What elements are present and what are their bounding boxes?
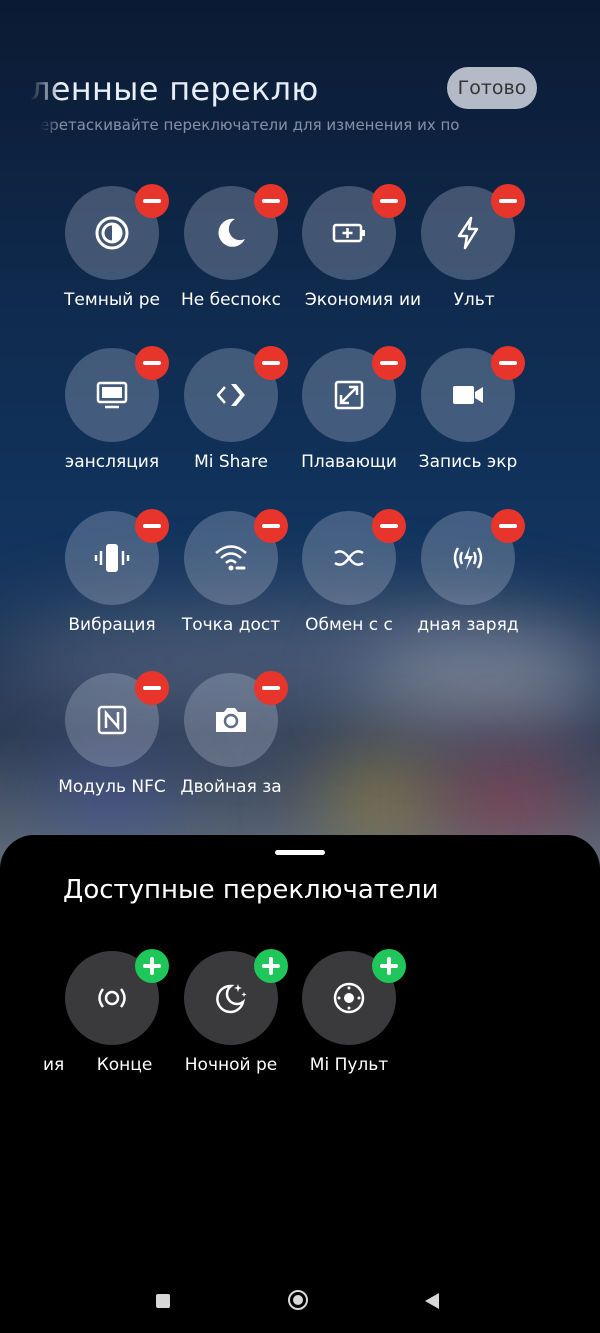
done-button[interactable]: Готово bbox=[447, 67, 537, 109]
toggle-vibration[interactable]: Вибрация bbox=[53, 509, 171, 661]
toggle-label: Плавающи bbox=[301, 452, 397, 472]
toggle-label: эансляция bbox=[64, 452, 160, 472]
available-toggle-night-mode[interactable]: Ночной ре bbox=[172, 949, 290, 1101]
toggle-label: дная заряд bbox=[417, 615, 519, 635]
mi-remote-icon bbox=[333, 982, 365, 1014]
back-button[interactable] bbox=[425, 1293, 439, 1309]
toggle-cast[interactable]: эансляция bbox=[53, 346, 171, 498]
camera-rotate-icon bbox=[216, 708, 246, 732]
broadcast-icon bbox=[98, 988, 126, 1008]
toggle-label: Mi Пульт bbox=[309, 1055, 389, 1075]
toggle-wireless-charging[interactable]: дная заряд bbox=[409, 509, 527, 661]
toggle-label: ия Конце bbox=[43, 1055, 153, 1075]
page-subtitle: еретаскивайте переключатели для изменени… bbox=[40, 116, 460, 134]
remove-badge[interactable] bbox=[372, 346, 406, 380]
remove-badge[interactable] bbox=[372, 509, 406, 543]
remove-badge[interactable] bbox=[254, 184, 288, 218]
vibration-icon bbox=[94, 544, 130, 572]
remove-badge[interactable] bbox=[135, 509, 169, 543]
wireless-charging-icon bbox=[453, 546, 483, 570]
nfc-icon bbox=[97, 705, 127, 735]
toggle-label: Экономия bbox=[304, 290, 394, 310]
moon-icon bbox=[218, 218, 245, 247]
recents-button[interactable] bbox=[156, 1294, 170, 1308]
add-badge[interactable] bbox=[135, 949, 169, 983]
system-navigation-bar bbox=[0, 1270, 600, 1333]
remove-badge[interactable] bbox=[254, 509, 288, 543]
toggle-label: Запись экр bbox=[418, 452, 518, 472]
toggle-label: Ночной ре bbox=[184, 1055, 278, 1075]
lightning-icon bbox=[457, 216, 479, 250]
toggle-mi-share[interactable]: Mi Share bbox=[172, 346, 290, 498]
add-badge[interactable] bbox=[254, 949, 288, 983]
toggle-label: Вибрация bbox=[68, 615, 156, 635]
floating-window-icon bbox=[334, 380, 364, 410]
toggle-dual-camera[interactable]: Двойная за bbox=[172, 671, 290, 823]
monitor-icon bbox=[96, 381, 128, 409]
exchange-icon bbox=[334, 550, 364, 566]
remove-badge[interactable] bbox=[491, 509, 525, 543]
remove-badge[interactable] bbox=[254, 346, 288, 380]
remove-badge[interactable] bbox=[491, 346, 525, 380]
add-badge[interactable] bbox=[372, 949, 406, 983]
toggle-dark-mode[interactable]: Темный ре bbox=[53, 184, 171, 336]
sheet-drag-handle[interactable] bbox=[275, 850, 325, 855]
night-mode-icon bbox=[216, 984, 247, 1014]
remove-badge[interactable] bbox=[135, 346, 169, 380]
toggle-screen-record[interactable]: Запись экр bbox=[409, 346, 527, 498]
toggle-label: Двойная за bbox=[180, 777, 282, 797]
toggle-exchange[interactable]: Обмен с с bbox=[290, 509, 408, 661]
toggle-nfc[interactable]: Модуль NFC bbox=[53, 671, 171, 823]
toggle-label: ии Ульт bbox=[399, 290, 495, 310]
battery-saver-icon bbox=[332, 223, 365, 243]
toggle-battery-saver[interactable]: Экономия bbox=[290, 184, 408, 336]
remove-badge[interactable] bbox=[135, 671, 169, 705]
toggle-do-not-disturb[interactable]: Не беспокс bbox=[172, 184, 290, 336]
toggle-label: Mi Share bbox=[194, 452, 268, 472]
toggle-label: Темный ре bbox=[64, 290, 160, 310]
toggle-label: Обмен с с bbox=[305, 615, 393, 635]
toggle-label: Точка дост bbox=[181, 615, 281, 635]
toggle-floating-window[interactable]: Плавающи bbox=[290, 346, 408, 498]
home-button[interactable] bbox=[288, 1290, 308, 1310]
toggle-label: Не беспокс bbox=[180, 290, 282, 310]
page-title: ленные переклю bbox=[30, 70, 319, 108]
toggle-label: Модуль NFC bbox=[58, 777, 166, 797]
video-camera-icon bbox=[453, 386, 483, 404]
available-toggles-sheet: Доступные переключатели ия Конце Ночной … bbox=[0, 835, 600, 1333]
dark-mode-icon bbox=[95, 216, 129, 250]
toggle-ultra[interactable]: ии Ульт bbox=[399, 184, 527, 336]
remove-badge[interactable] bbox=[135, 184, 169, 218]
hotspot-icon bbox=[215, 545, 247, 571]
toggle-hotspot[interactable]: Точка дост bbox=[172, 509, 290, 661]
available-toggle-mi-remote[interactable]: Mi Пульт bbox=[290, 949, 408, 1101]
remove-badge[interactable] bbox=[254, 671, 288, 705]
sheet-title: Доступные переключатели bbox=[63, 875, 439, 905]
mi-share-icon bbox=[216, 384, 245, 406]
available-toggle-broadcast[interactable]: ия Конце bbox=[43, 949, 171, 1101]
remove-badge[interactable] bbox=[491, 184, 525, 218]
remove-badge[interactable] bbox=[372, 184, 406, 218]
header: ленные переклю еретаскивайте переключате… bbox=[0, 60, 600, 150]
